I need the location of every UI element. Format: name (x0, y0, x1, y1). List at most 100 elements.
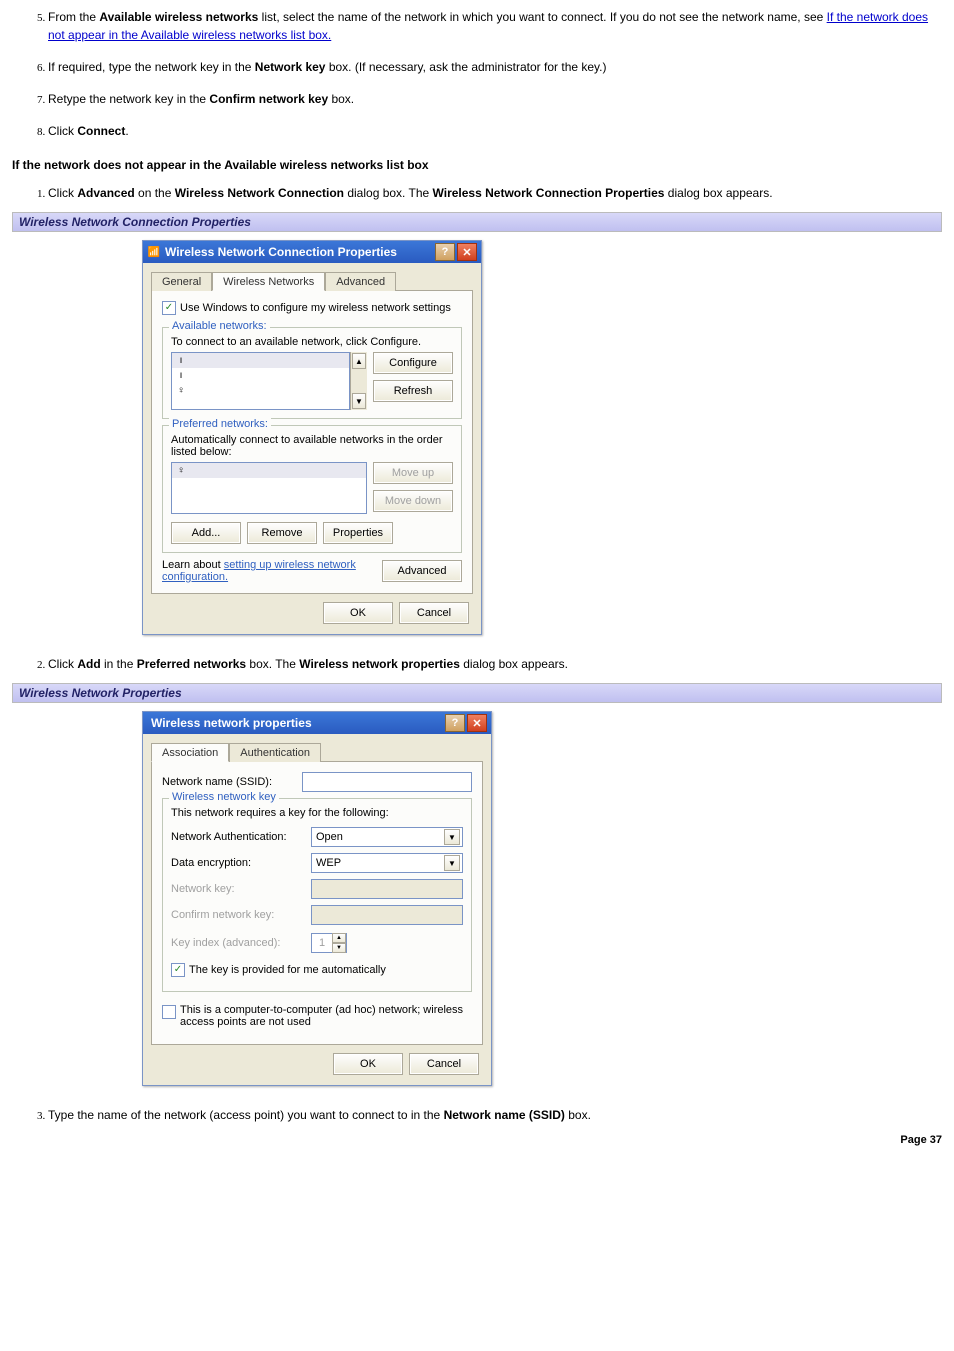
page-number: Page 37 (12, 1134, 942, 1146)
substep-2: Click Add in the Preferred networks box.… (48, 655, 942, 673)
antenna-icon: ı (176, 355, 186, 366)
add-button[interactable]: Add... (171, 522, 241, 544)
preferred-networks-list[interactable]: ♀ (171, 462, 367, 514)
tab-wireless-networks[interactable]: Wireless Networks (212, 272, 325, 291)
step-5: From the Available wireless networks lis… (48, 8, 942, 44)
scroll-down-icon[interactable]: ▼ (352, 393, 366, 409)
bold: Wireless network properties (299, 657, 460, 671)
text: Retype the network key in the (48, 92, 209, 106)
help-button[interactable]: ? (445, 714, 465, 732)
autokey-checkbox[interactable]: ✓ The key is provided for me automatical… (171, 963, 386, 977)
text: box. (If necessary, ask the administrato… (325, 60, 606, 74)
figure-caption-1: Wireless Network Connection Properties (12, 212, 942, 232)
confirm-input (311, 905, 463, 925)
text: box. The (246, 657, 299, 671)
enc-select[interactable]: WEP ▼ (311, 853, 463, 873)
figure-caption-2: Wireless Network Properties (12, 683, 942, 703)
bold: Network key (255, 60, 326, 74)
auth-select[interactable]: Open ▼ (311, 827, 463, 847)
text: in the (101, 657, 137, 671)
title-text: Wireless network properties (147, 716, 443, 730)
titlebar: 📶 Wireless Network Connection Properties… (143, 241, 481, 263)
text: on the (135, 186, 175, 200)
preferred-text: Automatically connect to available netwo… (171, 434, 453, 458)
list-item[interactable]: ı (172, 353, 349, 368)
advanced-button[interactable]: Advanced (382, 560, 462, 582)
auth-label: Network Authentication: (171, 831, 311, 843)
confirm-label: Confirm network key: (171, 909, 311, 921)
substep-3: Type the name of the network (access poi… (48, 1106, 942, 1124)
move-up-button[interactable]: Move up (373, 462, 453, 484)
chevron-down-icon: ▼ (444, 829, 460, 845)
text: . (125, 124, 128, 138)
ssid-input[interactable] (302, 772, 472, 792)
bold: Wireless Network Connection (175, 186, 344, 200)
use-windows-checkbox[interactable]: ✓ Use Windows to configure my wireless n… (162, 301, 451, 315)
checkbox-label: This is a computer-to-computer (ad hoc) … (180, 1004, 470, 1028)
spin-down-icon: ▼ (332, 943, 346, 953)
text: Click (48, 124, 77, 138)
bold: Confirm network key (209, 92, 328, 106)
bold: Available wireless networks (99, 10, 258, 24)
step-6: If required, type the network key in the… (48, 58, 942, 76)
close-button[interactable]: ✕ (467, 714, 487, 732)
scroll-up-icon[interactable]: ▲ (352, 353, 366, 369)
move-down-button[interactable]: Move down (373, 490, 453, 512)
available-text: To connect to an available network, clic… (171, 336, 453, 348)
checkbox-icon: ✓ (171, 963, 185, 977)
antenna-icon: ♀ (176, 385, 186, 396)
checkbox-icon (162, 1005, 176, 1019)
text: If required, type the network key in the (48, 60, 255, 74)
tab-association[interactable]: Association (151, 743, 229, 762)
tab-authentication[interactable]: Authentication (229, 743, 321, 762)
close-button[interactable]: ✕ (457, 243, 477, 261)
text: Learn about (162, 559, 224, 571)
key-legend: Wireless network key (169, 791, 279, 803)
list-item[interactable]: ♀ (172, 383, 349, 398)
checkbox-label: The key is provided for me automatically (189, 964, 386, 976)
bold: Preferred networks (137, 657, 246, 671)
ok-button[interactable]: OK (323, 602, 393, 624)
available-networks-list[interactable]: ı ı ♀ (171, 352, 350, 410)
bold: Connect (77, 124, 125, 138)
select-value: WEP (316, 857, 341, 869)
preferred-legend: Preferred networks: (169, 418, 271, 430)
bold: Wireless Network Connection Properties (433, 186, 665, 200)
dialog-wncp: 📶 Wireless Network Connection Properties… (142, 240, 482, 635)
checkbox-icon: ✓ (162, 301, 176, 315)
cancel-button[interactable]: Cancel (399, 602, 469, 624)
text: dialog box appears. (664, 186, 772, 200)
ok-button[interactable]: OK (333, 1053, 403, 1075)
configure-button[interactable]: Configure (373, 352, 453, 374)
spinner-value: 1 (312, 937, 332, 949)
list-item[interactable]: ♀ (172, 463, 366, 478)
netkey-input (311, 879, 463, 899)
text: box. (565, 1108, 591, 1122)
text: Click (48, 186, 77, 200)
antenna-icon: ♀ (176, 465, 186, 476)
tab-general[interactable]: General (151, 272, 212, 291)
spin-up-icon: ▲ (332, 933, 346, 943)
refresh-button[interactable]: Refresh (373, 380, 453, 402)
select-value: Open (316, 831, 343, 843)
properties-button[interactable]: Properties (323, 522, 393, 544)
text: dialog box appears. (460, 657, 568, 671)
key-text: This network requires a key for the foll… (171, 807, 463, 819)
dialog-wnp: Wireless network properties ? ✕ Associat… (142, 711, 492, 1086)
cancel-button[interactable]: Cancel (409, 1053, 479, 1075)
heading-no-network: If the network does not appear in the Av… (12, 158, 942, 172)
scrollbar[interactable]: ▲ ▼ (350, 352, 367, 410)
bold: Network name (SSID) (444, 1108, 565, 1122)
keyidx-spinner: 1 ▲▼ (311, 933, 347, 953)
adhoc-checkbox[interactable]: This is a computer-to-computer (ad hoc) … (162, 1004, 470, 1028)
learn-about: Learn about setting up wireless network … (162, 559, 376, 583)
chevron-down-icon: ▼ (444, 855, 460, 871)
remove-button[interactable]: Remove (247, 522, 317, 544)
list-item[interactable]: ı (172, 368, 349, 383)
help-button[interactable]: ? (435, 243, 455, 261)
antenna-icon: ı (176, 370, 186, 381)
checkbox-label: Use Windows to configure my wireless net… (180, 302, 451, 314)
text: box. (328, 92, 354, 106)
keyidx-label: Key index (advanced): (171, 937, 311, 949)
tab-advanced[interactable]: Advanced (325, 272, 396, 291)
